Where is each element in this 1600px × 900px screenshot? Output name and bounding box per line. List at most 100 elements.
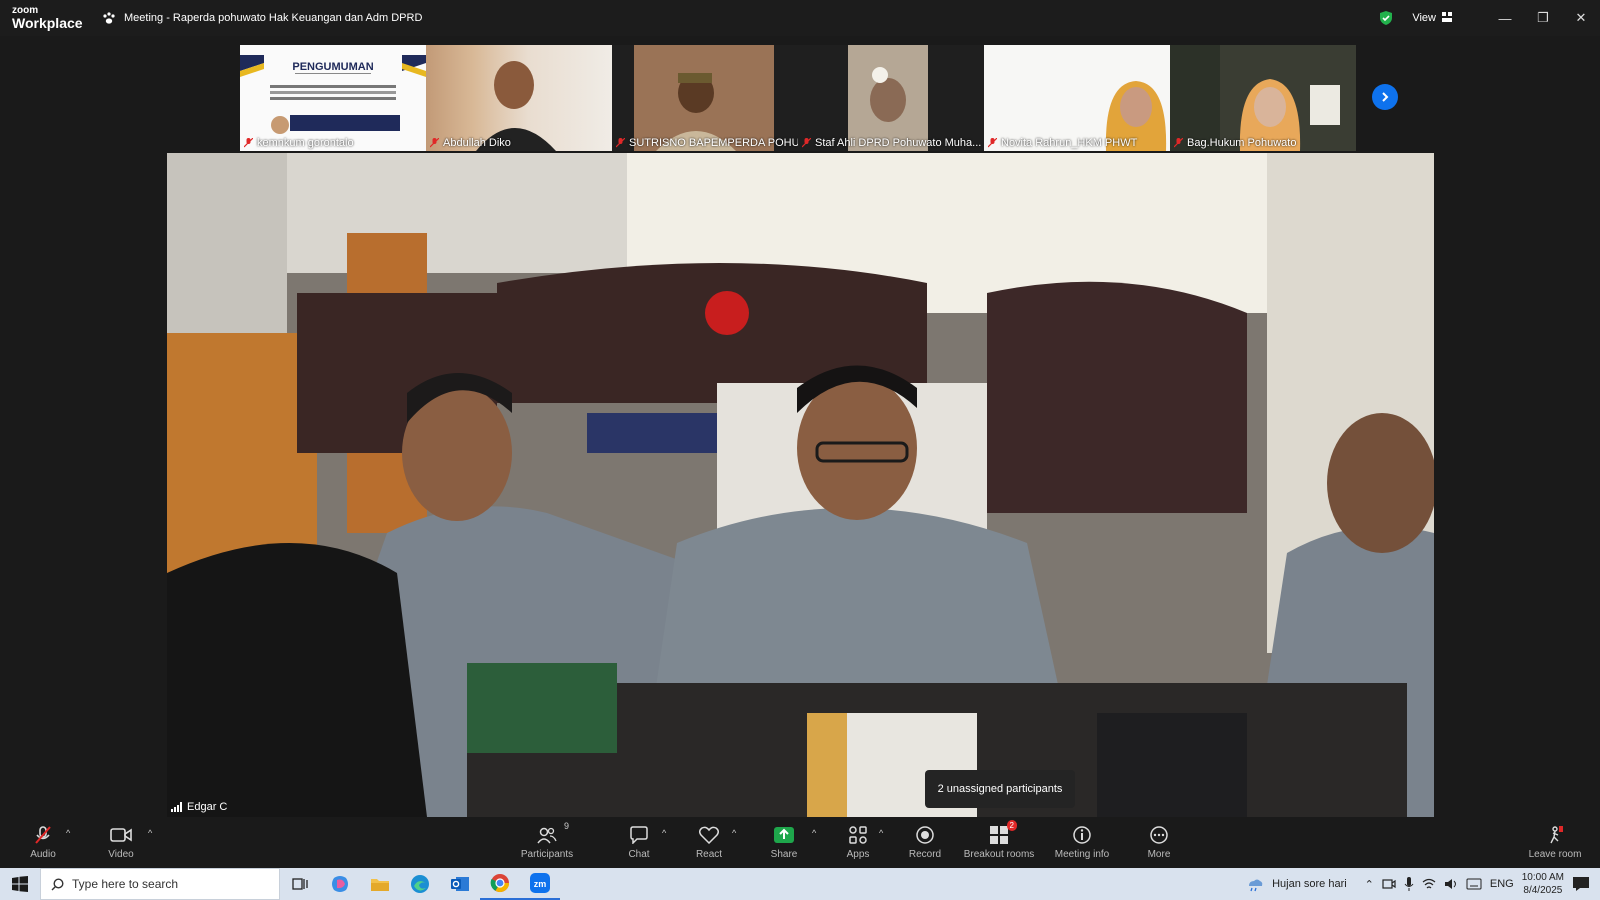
- chevron-up-icon[interactable]: ⌃: [1365, 878, 1374, 891]
- participant-name: Staf Ahli DPRD Pohuwato Muha...: [802, 137, 981, 149]
- mic-muted-icon: [988, 138, 997, 148]
- toast-text: 2 unassigned participants: [937, 783, 1063, 795]
- zoom-app-icon[interactable]: zm: [520, 868, 560, 900]
- heart-icon: [699, 826, 719, 844]
- leave-room-button[interactable]: Leave room: [1520, 824, 1590, 860]
- participant-name: Abdullah Diko: [430, 137, 511, 149]
- info-icon: [1073, 826, 1091, 844]
- edge-browser-icon[interactable]: [400, 868, 440, 900]
- taskbar-search-box[interactable]: Type here to search: [40, 868, 280, 900]
- grid-view-icon: [1442, 11, 1452, 25]
- tile-name-label: kemnkum gorontalo: [257, 137, 354, 149]
- meeting-title: Meeting - Raperda pohuwato Hak Keuangan …: [124, 12, 423, 24]
- speaker-name: Edgar C: [187, 801, 228, 813]
- chat-icon: [630, 826, 648, 844]
- breakout-rooms-button[interactable]: 2 Breakout rooms: [964, 820, 1034, 860]
- weather-text[interactable]: Hujan sore hari: [1272, 878, 1347, 890]
- gallery-strip: PENGUMUMAN kemnkum gorontalo Abdullah Di…: [240, 45, 1356, 151]
- share-button[interactable]: Share: [749, 824, 819, 860]
- tile-name-label: Novita Rahrun_HKM PHWT: [1001, 137, 1138, 149]
- participant-tile[interactable]: Novita Rahrun_HKM PHWT: [984, 45, 1170, 151]
- share-label: Share: [770, 849, 798, 860]
- video-label: Video: [108, 849, 134, 860]
- participant-name: SUTRISNO BAPEMPERDA POHU...: [616, 137, 798, 149]
- close-icon[interactable]: ✕: [1562, 0, 1600, 36]
- windows-logo-icon: [12, 876, 28, 892]
- mic-muted-icon: [244, 138, 253, 148]
- record-button[interactable]: Record: [890, 824, 960, 860]
- clock-date: 8/4/2025: [1523, 885, 1563, 896]
- participants-icon: [537, 827, 557, 844]
- more-label: More: [1147, 849, 1171, 860]
- language-indicator[interactable]: ENG: [1490, 878, 1514, 890]
- volume-icon[interactable]: [1444, 878, 1458, 890]
- wifi-icon[interactable]: [1422, 878, 1436, 890]
- gallery-next-button[interactable]: [1372, 84, 1398, 110]
- participant-tile[interactable]: SUTRISNO BAPEMPERDA POHU...: [612, 45, 798, 151]
- more-icon: [1150, 826, 1168, 844]
- task-view-icon[interactable]: [280, 868, 320, 900]
- outlook-icon[interactable]: [440, 868, 480, 900]
- windows-taskbar: Type here to search zm Hujan sore hari ⌃…: [0, 868, 1600, 900]
- tile-name-label: SUTRISNO BAPEMPERDA POHU...: [629, 137, 798, 149]
- video-button[interactable]: Video: [86, 824, 156, 860]
- tile-name-label: Staf Ahli DPRD Pohuwato Muha...: [815, 137, 982, 149]
- meeting-toolbar: Audio ^ Video ^ 9 Participants Chat ^ Re…: [0, 818, 1600, 868]
- minimize-icon[interactable]: —: [1486, 0, 1524, 36]
- react-options-caret-icon[interactable]: ^: [732, 828, 736, 838]
- clock-time: 10:00 AM: [1521, 872, 1564, 883]
- weather-icon[interactable]: [1246, 876, 1264, 892]
- share-screen-icon: [774, 827, 794, 843]
- chat-options-caret-icon[interactable]: ^: [662, 828, 666, 838]
- participant-tile[interactable]: PENGUMUMAN kemnkum gorontalo: [240, 45, 426, 151]
- chevron-right-icon: [1382, 92, 1389, 102]
- leave-label: Leave room: [1528, 849, 1582, 860]
- record-icon: [916, 826, 934, 844]
- participant-tile[interactable]: Staf Ahli DPRD Pohuwato Muha...: [798, 45, 984, 151]
- microphone-icon[interactable]: [1404, 877, 1414, 891]
- security-shield-icon[interactable]: [1378, 10, 1394, 26]
- slide-title: PENGUMUMAN: [292, 61, 374, 73]
- file-explorer-icon[interactable]: [360, 868, 400, 900]
- keyboard-icon[interactable]: [1466, 878, 1482, 890]
- video-feed: [476, 61, 556, 151]
- more-button[interactable]: More: [1124, 824, 1194, 860]
- view-label: View: [1412, 12, 1436, 24]
- participant-tile[interactable]: Bag.Hukum Pohuwato: [1170, 45, 1356, 151]
- share-options-caret-icon[interactable]: ^: [812, 828, 816, 838]
- meeting-info-button[interactable]: Meeting info: [1047, 824, 1117, 860]
- participant-tile[interactable]: Abdullah Diko: [426, 45, 612, 151]
- title-bar: zoom Workplace Meeting - Raperda pohuwat…: [0, 0, 1600, 36]
- view-button[interactable]: View: [1412, 11, 1452, 25]
- copilot-icon[interactable]: [320, 868, 360, 900]
- svg-text:zm: zm: [534, 879, 547, 889]
- chrome-icon[interactable]: [480, 868, 520, 900]
- meet-now-icon[interactable]: [1382, 877, 1396, 891]
- mic-muted-icon: [802, 138, 811, 148]
- notifications-icon[interactable]: [1572, 876, 1590, 892]
- unassigned-participants-toast[interactable]: 2 unassigned participants: [925, 770, 1075, 808]
- restore-icon[interactable]: ❐: [1524, 0, 1562, 36]
- clock[interactable]: 10:00 AM 8/4/2025: [1522, 871, 1564, 897]
- participant-name: kemnkum gorontalo: [244, 137, 354, 149]
- main-video[interactable]: Edgar C: [167, 153, 1434, 817]
- video-feed: [634, 45, 774, 151]
- breakout-badge: 2: [1006, 820, 1017, 831]
- paw-icon: [102, 10, 118, 26]
- participants-button[interactable]: 9 Participants: [512, 821, 582, 860]
- chat-label: Chat: [628, 849, 650, 860]
- participant-name: Novita Rahrun_HKM PHWT: [988, 137, 1137, 149]
- search-placeholder: Type here to search: [72, 877, 179, 891]
- leave-icon: [1550, 826, 1563, 844]
- react-label: React: [695, 849, 723, 860]
- speaker-name-tag: Edgar C: [171, 801, 227, 813]
- start-button[interactable]: [0, 868, 40, 900]
- record-label: Record: [908, 849, 942, 860]
- apps-options-caret-icon[interactable]: ^: [879, 828, 883, 838]
- audio-options-caret-icon[interactable]: ^: [66, 828, 70, 838]
- zoom-logo: zoom Workplace: [0, 6, 90, 31]
- video-feed: [1170, 45, 1340, 151]
- mic-muted-icon: [616, 138, 625, 148]
- video-options-caret-icon[interactable]: ^: [148, 828, 152, 838]
- search-icon: [51, 877, 64, 890]
